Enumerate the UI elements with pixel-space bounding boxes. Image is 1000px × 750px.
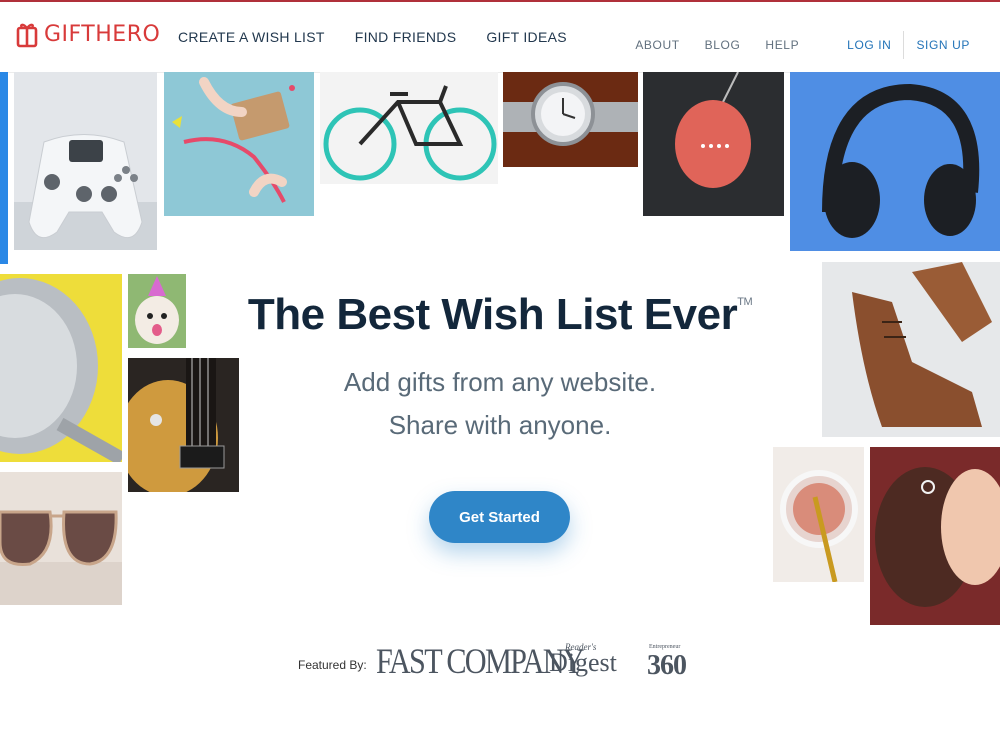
photo-sunglasses [0, 472, 122, 605]
gift-logo-icon [16, 23, 38, 48]
nav-help[interactable]: HELP [765, 38, 799, 52]
trademark-mark: TM [737, 296, 753, 308]
photo-makeup-brush [773, 447, 864, 582]
login-link[interactable]: LOG IN [847, 38, 891, 52]
nav-create-wish-list[interactable]: CREATE A WISH LIST [178, 29, 325, 45]
brand-logo[interactable]: GIFTHERO [16, 20, 160, 48]
left-blue-accent [0, 72, 8, 264]
nav-divider [903, 31, 905, 59]
signup-link[interactable]: SIGN UP [916, 38, 970, 52]
brand-name: GIFTHERO [44, 21, 161, 47]
photo-headphones [790, 72, 1000, 251]
hero-title: The Best Wish List EverTM [247, 290, 753, 339]
hero-subtitle-line-2: Share with anyone. [388, 410, 612, 440]
nav-about[interactable]: ABOUT [635, 38, 679, 52]
photo-bicycle [320, 72, 498, 184]
photo-smart-speaker [643, 72, 784, 216]
hero-subtitle-line-1: Add gifts from any website. [343, 367, 657, 397]
get-started-button[interactable]: Get Started [429, 491, 570, 543]
nav-gift-ideas[interactable]: GIFT IDEAS [486, 29, 567, 45]
photo-gift-wrapping [164, 72, 314, 216]
site-header: GIFTHERO CREATE A WISH LIST FIND FRIENDS… [0, 2, 1000, 73]
photo-wristwatch [503, 72, 638, 167]
secondary-nav: ABOUT BLOG HELP LOG IN SIGN UP [635, 31, 970, 59]
photo-holding-hands [870, 447, 1000, 625]
featured-by-label: Featured By: [298, 658, 367, 672]
photo-game-controller [14, 72, 157, 250]
nav-find-friends[interactable]: FIND FRIENDS [355, 29, 457, 45]
nav-blog[interactable]: BLOG [705, 38, 741, 52]
primary-nav: CREATE A WISH LIST FIND FRIENDS GIFT IDE… [178, 29, 567, 45]
